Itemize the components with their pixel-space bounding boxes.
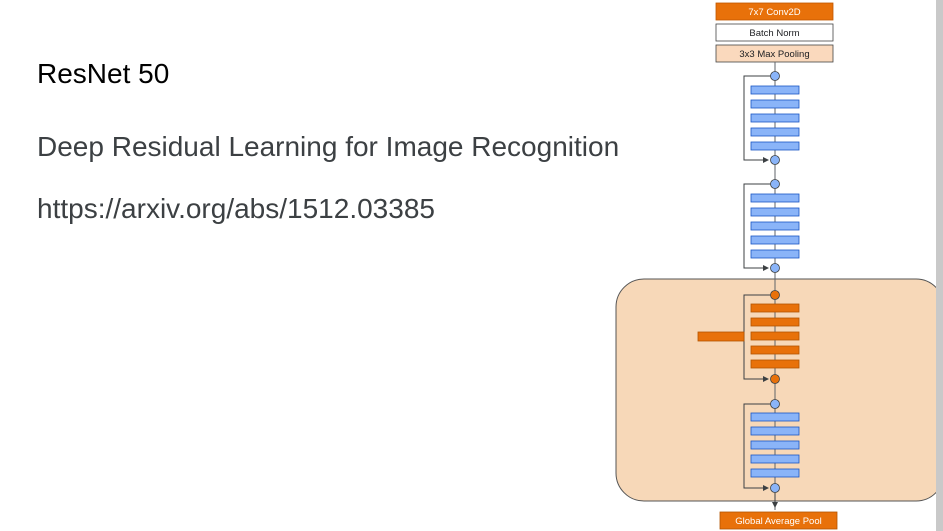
batchnorm-block: Batch Norm (715, 23, 834, 42)
layer-block (750, 345, 800, 355)
layer-block (750, 440, 800, 450)
global-average-pool-label: Global Average Pool (735, 516, 821, 527)
junction-node (770, 155, 780, 165)
layer-block (750, 207, 800, 217)
layer-block (750, 426, 800, 436)
junction-node (770, 483, 780, 493)
layer-block (750, 113, 800, 123)
layer-block (750, 221, 800, 231)
layer-block (750, 359, 800, 369)
layer-block (750, 331, 800, 341)
junction-node (770, 399, 780, 409)
projection-block (697, 331, 745, 342)
layer-block (750, 235, 800, 245)
layer-block (750, 303, 800, 313)
layer-block (750, 99, 800, 109)
layer-block (750, 193, 800, 203)
junction-node (770, 290, 780, 300)
layer-block (750, 468, 800, 478)
conv-block: 7x7 Conv2D (715, 2, 834, 21)
layer-block (750, 412, 800, 422)
layer-block (750, 249, 800, 259)
layer-block (750, 454, 800, 464)
junction-node (770, 374, 780, 384)
conv-label: 7x7 Conv2D (748, 7, 800, 18)
global-average-pool-block: Global Average Pool (719, 511, 838, 530)
junction-node (770, 263, 780, 273)
junction-node (770, 71, 780, 81)
junction-node (770, 179, 780, 189)
layer-block (750, 127, 800, 137)
slide-edge-shadow (936, 0, 943, 531)
stage-1 (743, 71, 800, 165)
resnet-architecture-diagram: 7x7 Conv2D Batch Norm 3x3 Max Pooling Gl… (615, 2, 943, 530)
maxpool-block: 3x3 Max Pooling (715, 44, 834, 63)
layer-block (750, 85, 800, 95)
layer-block (750, 141, 800, 151)
stage-2 (743, 179, 800, 273)
batchnorm-label: Batch Norm (749, 28, 799, 39)
layer-block (750, 317, 800, 327)
maxpool-label: 3x3 Max Pooling (739, 49, 809, 60)
